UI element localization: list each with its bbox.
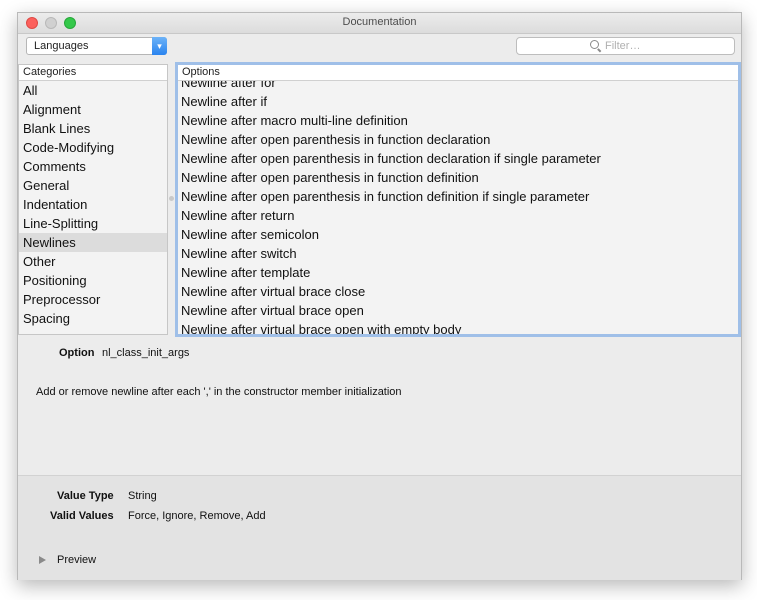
value-type-value: String bbox=[128, 490, 157, 502]
option-item[interactable]: Newline after open parenthesis in functi… bbox=[178, 130, 738, 149]
option-item[interactable]: Newline after for bbox=[178, 80, 738, 92]
category-item-alignment[interactable]: Alignment bbox=[19, 100, 167, 119]
split-view-handle[interactable] bbox=[169, 196, 174, 201]
option-item[interactable]: Newline after switch bbox=[178, 244, 738, 263]
preview-disclosure-label[interactable]: Preview bbox=[57, 554, 96, 566]
search-icon bbox=[590, 40, 599, 49]
category-item-blank-lines[interactable]: Blank Lines bbox=[19, 119, 167, 138]
filter-search-field[interactable] bbox=[516, 37, 735, 55]
option-item[interactable]: Newline after open parenthesis in functi… bbox=[178, 187, 738, 206]
title-bar[interactable]: Documentation bbox=[18, 13, 741, 34]
option-item[interactable]: Newline after macro multi-line definitio… bbox=[178, 111, 738, 130]
category-item-positioning[interactable]: Positioning bbox=[19, 271, 167, 290]
option-item[interactable]: Newline after return bbox=[178, 206, 738, 225]
option-item[interactable]: Newline after template bbox=[178, 263, 738, 282]
languages-dropdown[interactable]: Languages ▾ bbox=[26, 37, 167, 55]
filter-input[interactable] bbox=[605, 39, 725, 53]
category-item-code-modifying[interactable]: Code-Modifying bbox=[19, 138, 167, 157]
value-type-label: Value Type bbox=[57, 490, 114, 502]
languages-dropdown-label: Languages bbox=[34, 40, 89, 52]
category-item-preprocessor[interactable]: Preprocessor bbox=[19, 290, 167, 309]
window-title: Documentation bbox=[342, 16, 417, 28]
options-header: Options bbox=[178, 65, 738, 81]
category-item-comments[interactable]: Comments bbox=[19, 157, 167, 176]
option-item[interactable]: Newline after open parenthesis in functi… bbox=[178, 168, 738, 187]
disclosure-triangle-icon[interactable] bbox=[39, 556, 46, 564]
options-scroll-area[interactable]: Newline after for Newline after if Newline… bbox=[178, 80, 738, 334]
option-name: nl_class_init_args bbox=[102, 347, 190, 359]
option-item[interactable]: Newline after virtual brace open bbox=[178, 301, 738, 320]
category-item-line-splitting[interactable]: Line-Splitting bbox=[19, 214, 167, 233]
options-list[interactable]: Options Newline after for Newline after i… bbox=[175, 62, 741, 337]
option-label: Option bbox=[59, 347, 95, 359]
category-item-general[interactable]: General bbox=[19, 176, 167, 195]
categories-items: All Alignment Blank Lines Code-Modifying Com… bbox=[19, 81, 167, 328]
option-item[interactable]: Newline after virtual brace close bbox=[178, 282, 738, 301]
valid-values-label: Valid Values bbox=[50, 510, 114, 522]
category-item-indentation[interactable]: Indentation bbox=[19, 195, 167, 214]
chevron-updown-icon: ▾ bbox=[152, 37, 167, 55]
option-item[interactable]: Newline after open parenthesis in functi… bbox=[178, 149, 738, 168]
categories-header: Categories bbox=[19, 65, 167, 81]
valid-values-value: Force, Ignore, Remove, Add bbox=[128, 510, 266, 522]
category-item-all[interactable]: All bbox=[19, 81, 167, 100]
option-item[interactable]: Newline after if bbox=[178, 92, 738, 111]
category-item-other[interactable]: Other bbox=[19, 252, 167, 271]
option-description: Add or remove newline after each ',' in … bbox=[36, 386, 402, 398]
option-item[interactable]: Newline after semicolon bbox=[178, 225, 738, 244]
option-item[interactable]: Newline after virtual brace open with em… bbox=[178, 320, 738, 334]
category-item-spacing[interactable]: Spacing bbox=[19, 309, 167, 328]
options-items: Newline after for Newline after if Newline… bbox=[178, 80, 738, 334]
option-detail-pane: Option nl_class_init_args Add or remove … bbox=[18, 337, 741, 475]
documentation-window: Documentation Languages ▾ Categories All… bbox=[17, 12, 742, 580]
categories-list[interactable]: Categories All Alignment Blank Lines Code-M… bbox=[18, 64, 168, 335]
category-item-newlines[interactable]: Newlines bbox=[19, 233, 167, 252]
option-meta-pane: Value Type String Valid Values Force, Ig… bbox=[18, 475, 741, 580]
